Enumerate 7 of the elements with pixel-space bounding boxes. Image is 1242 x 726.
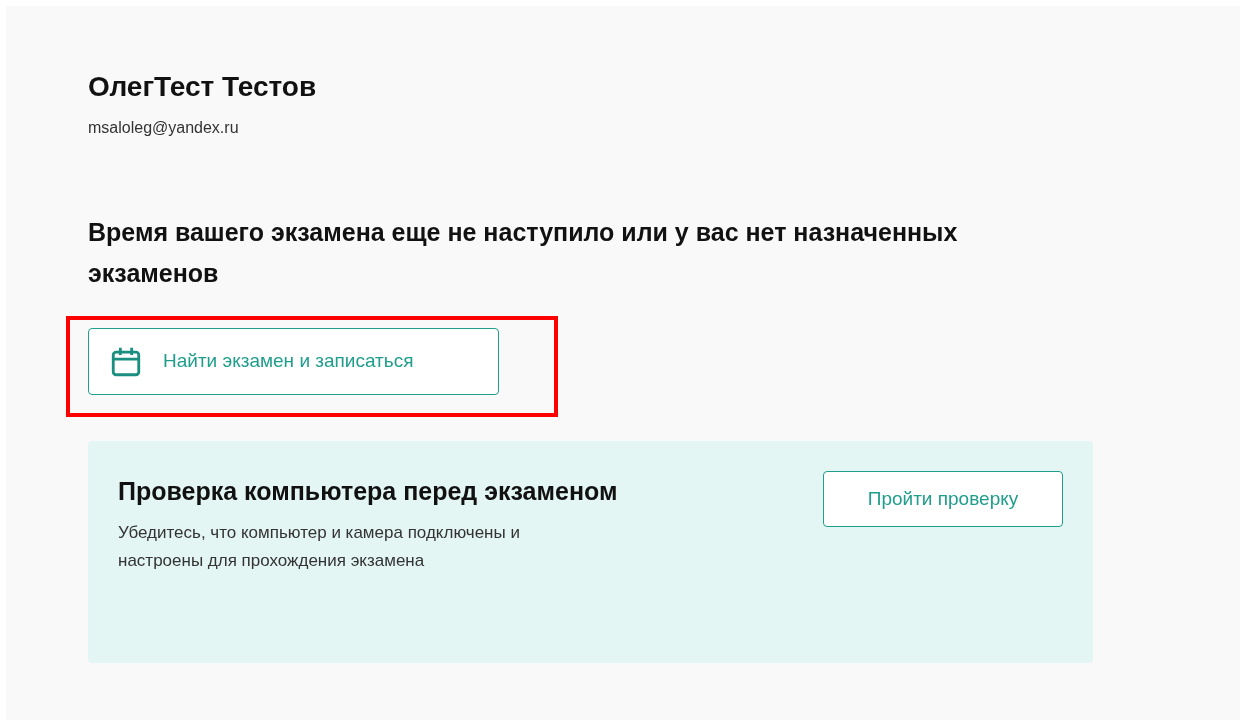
user-name: ОлегТест Тестов bbox=[88, 70, 317, 104]
check-button[interactable]: Пройти проверку bbox=[823, 471, 1063, 527]
user-email: msaloleg@yandex.ru bbox=[88, 118, 239, 138]
card-title: Проверка компьютера перед экзаменом bbox=[118, 476, 618, 507]
notice-heading: Время вашего экзамена еще не наступило или у вас нет назначенных экзаменов bbox=[88, 217, 959, 289]
find-exam-button[interactable]: Найти экзамен и записаться bbox=[88, 328, 499, 395]
card-description: Убедитесь, что компьютер и камера подключены и настроены для прохождения экзамена bbox=[118, 522, 521, 572]
